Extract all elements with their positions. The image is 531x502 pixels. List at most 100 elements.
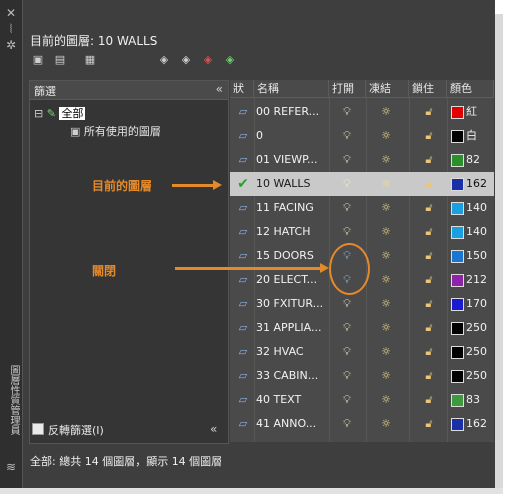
new-filter-button[interactable]: ▣ bbox=[30, 53, 46, 67]
new-layer-vp-frozen-button[interactable]: ◈ bbox=[178, 53, 194, 67]
lightbulb-icon[interactable]: 💡︎ bbox=[340, 316, 354, 340]
layer-row[interactable]: ▱ 32 HVAC 💡︎ ☼ 🔓︎ 250 bbox=[230, 340, 494, 364]
sun-icon[interactable]: ☼ bbox=[378, 220, 394, 244]
lightbulb-icon[interactable]: 💡︎ bbox=[340, 124, 354, 148]
color-swatch[interactable] bbox=[451, 130, 464, 143]
color-swatch[interactable] bbox=[451, 178, 464, 191]
unlocked-padlock-icon[interactable]: 🔓︎ bbox=[421, 172, 437, 196]
sun-icon[interactable]: ☼ bbox=[378, 244, 394, 268]
color-swatch[interactable] bbox=[451, 298, 464, 311]
column-lock[interactable]: 鎖住 bbox=[409, 80, 447, 98]
layer-name[interactable]: 10 WALLS bbox=[256, 172, 326, 196]
settings-icon[interactable]: ✲ bbox=[4, 38, 18, 52]
layer-name[interactable]: 20 ELECT... bbox=[256, 268, 326, 292]
layer-icon[interactable]: ▱ bbox=[233, 244, 253, 268]
sun-icon[interactable]: ☼ bbox=[378, 316, 394, 340]
sun-icon[interactable]: ☼ bbox=[378, 148, 394, 172]
layer-icon[interactable]: ▱ bbox=[233, 124, 253, 148]
column-on[interactable]: 打開 bbox=[329, 80, 366, 98]
layer-icon[interactable]: ▱ bbox=[233, 292, 253, 316]
color-swatch[interactable] bbox=[451, 346, 464, 359]
sun-icon[interactable]: ☼ bbox=[378, 412, 394, 436]
layer-icon[interactable]: ▱ bbox=[233, 364, 253, 388]
close-icon[interactable]: ✕ bbox=[4, 6, 18, 20]
collapse-icon[interactable]: « bbox=[216, 82, 223, 96]
unlocked-padlock-icon[interactable]: 🔓︎ bbox=[421, 196, 437, 220]
layer-row[interactable]: ▱ 31 APPLIA... 💡︎ ☼ 🔓︎ 250 bbox=[230, 316, 494, 340]
unlocked-padlock-icon[interactable]: 🔓︎ bbox=[421, 148, 437, 172]
sun-icon[interactable]: ☼ bbox=[378, 172, 394, 196]
lightbulb-icon[interactable]: 💡︎ bbox=[340, 340, 354, 364]
color-swatch[interactable] bbox=[451, 370, 464, 383]
lightbulb-icon[interactable]: 💡︎ bbox=[340, 100, 354, 124]
column-name[interactable]: 名稱 bbox=[254, 80, 329, 98]
unlocked-padlock-icon[interactable]: 🔓︎ bbox=[421, 412, 437, 436]
layers-icon[interactable]: ≋ bbox=[4, 460, 18, 474]
sun-icon[interactable]: ☼ bbox=[378, 196, 394, 220]
unlocked-padlock-icon[interactable]: 🔓︎ bbox=[421, 268, 437, 292]
lightbulb-icon[interactable]: 💡︎ bbox=[340, 148, 354, 172]
layer-row[interactable]: ▱ 30 FXITUR... 💡︎ ☼ 🔓︎ 170 bbox=[230, 292, 494, 316]
layer-row[interactable]: ▱ 0 💡︎ ☼ 🔓︎ 白 bbox=[230, 124, 494, 148]
layer-row[interactable]: ▱ 00 REFER... 💡︎ ☼ 🔓︎ 紅 bbox=[230, 100, 494, 124]
layer-name[interactable]: 40 TEXT bbox=[256, 388, 326, 412]
layer-name[interactable]: 33 CABIN... bbox=[256, 364, 326, 388]
unlocked-padlock-icon[interactable]: 🔓︎ bbox=[421, 220, 437, 244]
color-swatch[interactable] bbox=[451, 106, 464, 119]
layer-row[interactable]: ▱ 11 FACING 💡︎ ☼ 🔓︎ 140 bbox=[230, 196, 494, 220]
checkbox-box[interactable] bbox=[32, 423, 44, 435]
layer-icon[interactable]: ▱ bbox=[233, 220, 253, 244]
layer-row[interactable]: ✔ 10 WALLS 💡︎ ☼ 🔓︎ 162 bbox=[230, 172, 494, 196]
tree-collapse-icon[interactable]: ⊟ bbox=[34, 107, 43, 120]
color-swatch[interactable] bbox=[451, 154, 464, 167]
unlocked-padlock-icon[interactable]: 🔓︎ bbox=[421, 124, 437, 148]
color-swatch[interactable] bbox=[451, 418, 464, 431]
layer-name[interactable]: 01 VIEWP... bbox=[256, 148, 326, 172]
layer-row[interactable]: ▱ 40 TEXT 💡︎ ☼ 🔓︎ 83 bbox=[230, 388, 494, 412]
new-layer-button[interactable]: ◈ bbox=[156, 53, 172, 67]
layer-icon[interactable]: ▱ bbox=[233, 388, 253, 412]
layer-icon[interactable]: ▱ bbox=[233, 316, 253, 340]
color-swatch[interactable] bbox=[451, 226, 464, 239]
unlocked-padlock-icon[interactable]: 🔓︎ bbox=[421, 100, 437, 124]
layer-name[interactable]: 31 APPLIA... bbox=[256, 316, 326, 340]
layer-icon[interactable]: ▱ bbox=[233, 268, 253, 292]
column-status[interactable]: 狀 bbox=[230, 80, 254, 98]
sun-icon[interactable]: ☼ bbox=[378, 340, 394, 364]
layer-name[interactable]: 30 FXITUR... bbox=[256, 292, 326, 316]
new-group-filter-button[interactable]: ▤ bbox=[52, 53, 68, 67]
sun-icon[interactable]: ☼ bbox=[378, 292, 394, 316]
lightbulb-icon[interactable]: 💡︎ bbox=[340, 412, 354, 436]
layer-name[interactable]: 12 HATCH bbox=[256, 220, 326, 244]
layer-name[interactable]: 15 DOORS bbox=[256, 244, 326, 268]
sun-icon[interactable]: ☼ bbox=[378, 388, 394, 412]
layer-name[interactable]: 32 HVAC bbox=[256, 340, 326, 364]
lightbulb-icon[interactable]: 💡︎ bbox=[340, 388, 354, 412]
layer-row[interactable]: ▱ 33 CABIN... 💡︎ ☼ 🔓︎ 250 bbox=[230, 364, 494, 388]
layer-name[interactable]: 00 REFER... bbox=[256, 100, 326, 124]
layer-name[interactable]: 41 ANNO... bbox=[256, 412, 326, 436]
layer-name[interactable]: 0 bbox=[256, 124, 326, 148]
layer-row[interactable]: ▱ 01 VIEWP... 💡︎ ☼ 🔓︎ 82 bbox=[230, 148, 494, 172]
set-current-button[interactable]: ◈ bbox=[222, 53, 238, 67]
color-swatch[interactable] bbox=[451, 274, 464, 287]
column-color[interactable]: 顏色 bbox=[447, 80, 494, 98]
collapse-icon[interactable]: « bbox=[210, 422, 217, 436]
lightbulb-icon[interactable]: 💡︎ bbox=[340, 292, 354, 316]
column-freeze[interactable]: 凍結 bbox=[366, 80, 409, 98]
color-swatch[interactable] bbox=[451, 322, 464, 335]
unlocked-padlock-icon[interactable]: 🔓︎ bbox=[421, 292, 437, 316]
unlocked-padlock-icon[interactable]: 🔓︎ bbox=[421, 388, 437, 412]
layer-row[interactable]: ▱ 41 ANNO... 💡︎ ☼ 🔓︎ 162 bbox=[230, 412, 494, 436]
lightbulb-icon[interactable]: 💡︎ bbox=[340, 172, 354, 196]
sun-icon[interactable]: ☼ bbox=[378, 100, 394, 124]
pin-icon[interactable]: ⦚ bbox=[4, 22, 18, 36]
layer-icon[interactable]: ▱ bbox=[233, 148, 253, 172]
color-swatch[interactable] bbox=[451, 202, 464, 215]
layer-icon[interactable]: ▱ bbox=[233, 412, 253, 436]
unlocked-padlock-icon[interactable]: 🔓︎ bbox=[421, 316, 437, 340]
lightbulb-icon[interactable]: 💡︎ bbox=[340, 196, 354, 220]
layer-icon[interactable]: ▱ bbox=[233, 100, 253, 124]
delete-layer-button[interactable]: ◈ bbox=[200, 53, 216, 67]
lightbulb-icon[interactable]: 💡︎ bbox=[340, 364, 354, 388]
